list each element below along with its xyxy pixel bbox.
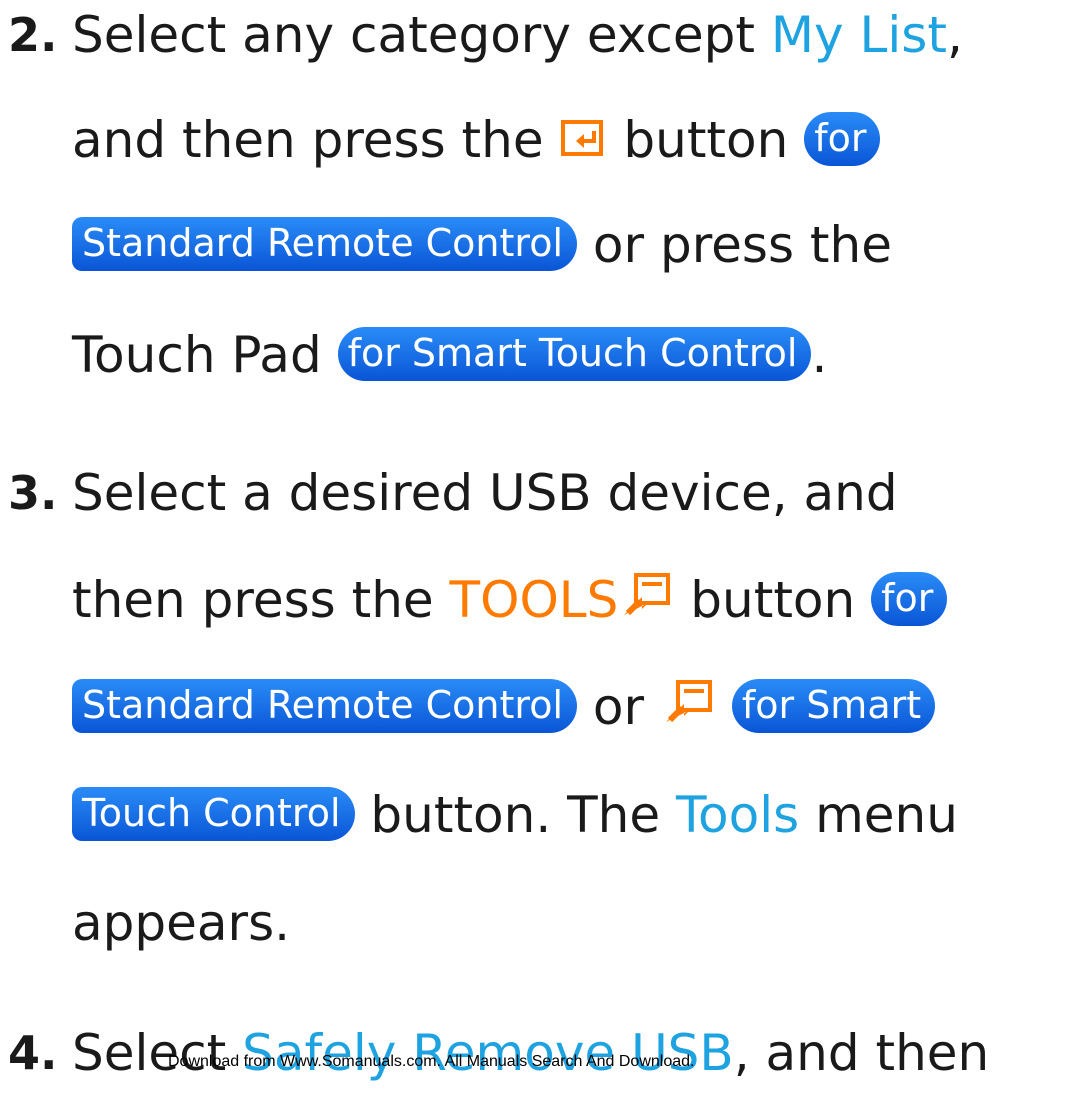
remote-badge: Standard Remote Control	[72, 217, 578, 271]
remote-badge: for	[804, 112, 881, 166]
step-text: button	[674, 571, 872, 629]
step-text: appears.	[72, 894, 291, 952]
step-text: menu	[799, 786, 958, 844]
step-text: or press the	[577, 216, 892, 274]
step-text: Select a desired USB device, and	[72, 464, 898, 522]
step-text: Select any category except	[72, 6, 771, 64]
step-text: , and then	[733, 1024, 990, 1082]
step-text: or	[577, 678, 660, 736]
step-text: button	[607, 111, 805, 169]
remote-badge: for	[871, 572, 948, 626]
remote-badge: Touch Control	[72, 787, 355, 841]
step-text: and then press the	[72, 111, 560, 169]
step-number: 2.	[8, 8, 58, 62]
step-number: 3.	[8, 466, 58, 520]
tools-icon	[618, 557, 674, 647]
tools-icon	[660, 664, 716, 754]
step-text: then press the	[72, 571, 450, 629]
remote-badge: for Smart	[731, 679, 936, 733]
menu-link-my-list: My List	[770, 6, 947, 64]
step-text: .	[811, 326, 828, 384]
remote-badge: for Smart Touch Control	[337, 327, 812, 381]
step-text: ,	[946, 6, 963, 64]
download-watermark: Download from Www.Somanuals.com. All Man…	[168, 1053, 695, 1070]
step-number: 4.	[8, 1026, 58, 1080]
tools-button-label: TOOLS	[449, 571, 619, 629]
enter-icon	[560, 97, 608, 187]
menu-link-tools: Tools	[676, 786, 800, 844]
step-text: Touch Pad	[72, 326, 338, 384]
remote-badge: Standard Remote Control	[72, 679, 578, 733]
step-text: button. The	[354, 786, 676, 844]
